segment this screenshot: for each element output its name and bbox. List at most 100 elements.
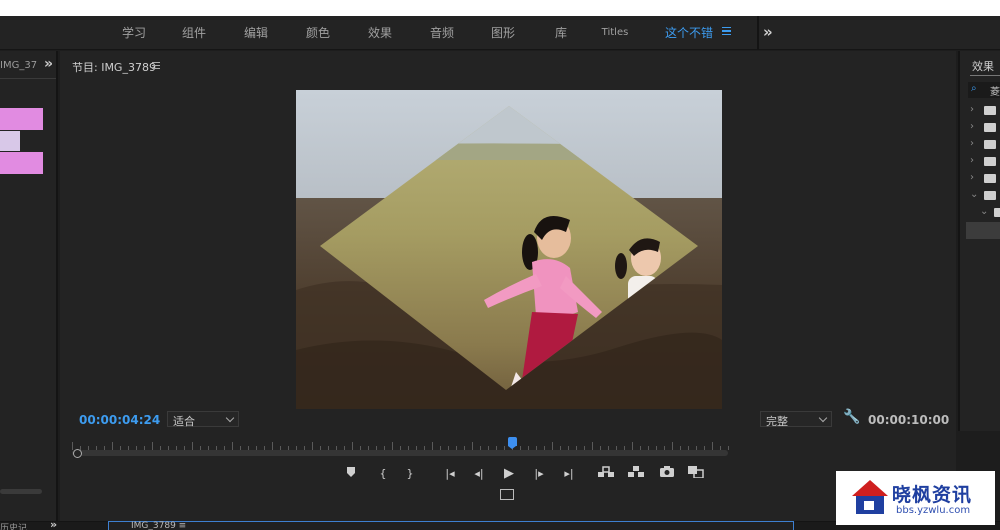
step-forward-button[interactable]: |▸ — [530, 466, 548, 482]
zoom-scrollbar[interactable] — [72, 450, 728, 456]
effects-folder-row[interactable]: › — [970, 170, 1000, 187]
playhead[interactable] — [507, 437, 517, 449]
search-icon: ⌕ — [971, 83, 977, 94]
go-to-in-button[interactable]: |◂ — [441, 466, 459, 482]
panel-overflow-icon[interactable]: » — [50, 518, 57, 530]
chevron-right-icon: › — [970, 104, 974, 115]
play-button[interactable]: ▶ — [500, 466, 518, 482]
zoom-level-dropdown[interactable]: 适合 — [167, 411, 239, 428]
chevron-down-icon — [818, 413, 828, 423]
folder-icon — [984, 106, 996, 115]
watermark-name: 晓枫资讯 — [892, 484, 973, 506]
selected-effect-row[interactable] — [966, 222, 1000, 239]
folder-icon — [984, 123, 996, 132]
zoom-scrollbar-handle[interactable] — [73, 449, 82, 458]
preview-frame — [296, 90, 722, 409]
playback-resolution-value: 完整 — [766, 415, 788, 428]
tab-effects[interactable]: 效果 — [356, 16, 404, 50]
mark-out-button[interactable]: } — [401, 466, 419, 482]
playback-resolution-dropdown[interactable]: 完整 — [760, 411, 832, 428]
ruler-tick — [272, 442, 273, 450]
watermark-url: bbs.yzwlu.com — [896, 505, 971, 516]
tab-color[interactable]: 颜色 — [294, 16, 342, 50]
chevron-down-icon — [225, 413, 235, 423]
chevron-down-icon: ⌄ — [980, 206, 989, 217]
history-panel-tab[interactable]: 历史记 — [0, 521, 27, 530]
chevron-right-icon: › — [970, 172, 974, 183]
current-timecode[interactable]: 00:00:04:24 — [79, 413, 160, 427]
ruler-tick — [432, 442, 433, 450]
timeline-tab[interactable]: IMG_3789 ≡ — [108, 521, 794, 530]
marker-icon[interactable] — [342, 466, 360, 482]
chevron-right-icon: › — [970, 155, 974, 166]
chevron-down-icon: ⌄ — [970, 189, 979, 200]
effects-search-value: 菱 — [990, 87, 1000, 98]
clip-bar[interactable] — [0, 131, 20, 151]
effects-search-input[interactable]: ⌕ 菱 — [968, 82, 1000, 98]
effects-panel: 效果 ⌕ 菱 › › › › › ⌄ ⌄ — [958, 51, 1000, 431]
program-monitor-title[interactable]: 节目: IMG_3789 — [72, 59, 156, 75]
effects-folder-row[interactable]: ⌄ — [970, 187, 1000, 204]
ruler-tick — [232, 442, 233, 450]
source-panel-title[interactable]: IMG_37 — [0, 60, 37, 71]
folder-icon — [984, 140, 996, 149]
timeline-tab-label: IMG_3789 ≡ — [131, 521, 187, 530]
compare-icon[interactable] — [687, 466, 705, 482]
effects-folder-row[interactable]: › — [970, 136, 1000, 153]
source-panel: IMG_37 » — [0, 51, 58, 521]
ruler-tick — [712, 442, 713, 450]
tab-graphics[interactable]: 图形 — [479, 16, 527, 50]
tab-custom-workspace[interactable]: 这个不错 — [660, 16, 718, 50]
clip-bar[interactable] — [0, 152, 43, 174]
duration-timecode: 00:00:10:00 — [868, 413, 950, 427]
clip-bar[interactable] — [0, 108, 43, 130]
camera-icon[interactable] — [658, 466, 676, 482]
mark-in-button[interactable]: { — [374, 466, 392, 482]
tab-learn[interactable]: 学习 — [110, 16, 158, 50]
ruler-tick — [352, 442, 353, 450]
tab-titles[interactable]: Titles — [592, 16, 638, 50]
video-preview[interactable] — [296, 90, 722, 409]
ruler-tick — [632, 442, 633, 450]
ruler-tick — [112, 442, 113, 450]
lift-icon[interactable] — [597, 466, 615, 482]
ruler-tick — [672, 442, 673, 450]
effects-folder-row[interactable]: › — [970, 102, 1000, 119]
time-ruler[interactable] — [72, 438, 729, 450]
watermark-logo: 晓枫资讯 bbs.yzwlu.com — [836, 471, 995, 525]
ruler-tick — [192, 442, 193, 450]
step-back-button[interactable]: ◂| — [470, 466, 488, 482]
ruler-tick — [592, 442, 593, 450]
effects-folder-row[interactable]: › — [970, 119, 1000, 136]
workspace-overflow-icon[interactable]: » — [763, 16, 773, 50]
top-strip — [0, 0, 1000, 16]
chevron-right-icon: › — [970, 138, 974, 149]
zoom-level-value: 适合 — [173, 415, 195, 428]
ruler-tick — [472, 442, 473, 450]
workspace-divider — [757, 16, 759, 50]
active-tab-underline — [970, 75, 1000, 76]
house-logo-icon — [852, 480, 888, 496]
ruler-tick — [728, 446, 729, 450]
tab-editing[interactable]: 编辑 — [232, 16, 280, 50]
folder-icon — [984, 157, 996, 166]
tab-audio[interactable]: 音频 — [418, 16, 466, 50]
ruler-tick — [72, 442, 73, 450]
horizontal-scrollbar[interactable] — [0, 489, 42, 494]
house-logo-window — [864, 501, 874, 510]
effects-subfolder-row[interactable]: ⌄ — [980, 204, 1000, 221]
panel-overflow-icon[interactable]: » — [44, 56, 53, 72]
panel-menu-icon[interactable] — [152, 62, 160, 69]
folder-icon — [984, 174, 996, 183]
effects-folder-row[interactable]: › — [970, 153, 1000, 170]
tab-libraries[interactable]: 库 — [541, 16, 581, 50]
wrench-icon[interactable]: 🔧 — [843, 409, 860, 425]
ruler-tick — [392, 442, 393, 450]
tab-assembly[interactable]: 组件 — [170, 16, 218, 50]
extract-icon[interactable] — [627, 466, 645, 482]
ruler-tick — [312, 442, 313, 450]
safe-margins-icon[interactable] — [500, 489, 514, 500]
go-to-out-button[interactable]: ▸| — [560, 466, 578, 482]
effects-panel-title[interactable]: 效果 — [972, 58, 994, 74]
workspace-menu-icon[interactable] — [722, 27, 731, 35]
